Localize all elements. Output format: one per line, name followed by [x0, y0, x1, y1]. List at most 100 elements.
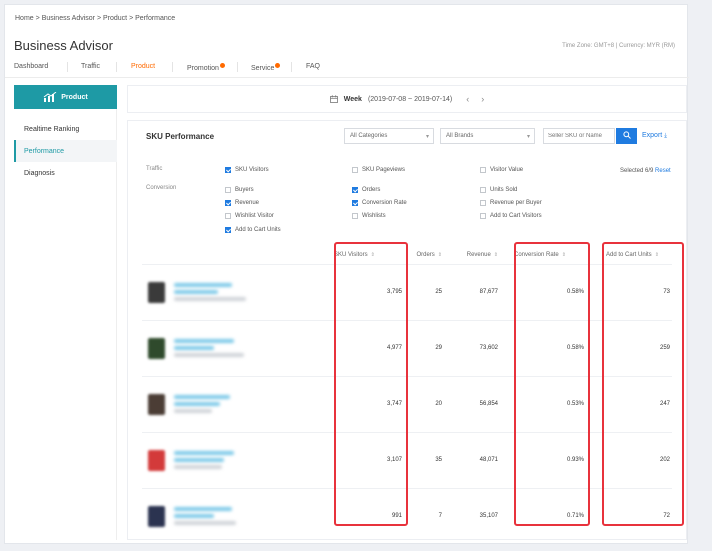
checkbox-icon: [352, 167, 358, 173]
period-range: (2019-07-08 ~ 2019-07-14): [367, 95, 453, 103]
checkbox-sku-visitors[interactable]: SKU Visitors: [225, 167, 269, 173]
cell-orders: 25: [435, 289, 442, 295]
traffic-label: Traffic: [146, 166, 163, 172]
prev-period-button[interactable]: ‹: [466, 94, 469, 104]
sku-performance-panel: SKU Performance All Categories ▾ All Bra…: [127, 120, 687, 540]
tab-service[interactable]: Service: [251, 63, 281, 72]
breadcrumb-home[interactable]: Home: [15, 15, 34, 22]
search-button[interactable]: [616, 128, 637, 144]
notification-dot-icon: [219, 63, 225, 68]
breadcrumb-product[interactable]: Product: [103, 15, 127, 22]
highlight-box-add-to-cart-units: [602, 242, 684, 526]
brand-select[interactable]: All Brands ▾: [440, 128, 535, 144]
breadcrumb: Home > Business Advisor > Product > Perf…: [15, 15, 175, 22]
checked-checkbox-icon: [352, 200, 358, 206]
timezone-currency-info: Time Zone: GMT+8 | Currency: MYR (RM): [562, 43, 675, 49]
column-header-orders[interactable]: Orders ⇕: [408, 247, 442, 263]
period-selector: Week (2019-07-08 ~ 2019-07-14) ‹ ›: [127, 85, 687, 113]
checkbox-revenue-per-buyer[interactable]: Revenue per Buyer: [480, 200, 542, 206]
sidebar-item-realtime-ranking[interactable]: Realtime Ranking: [14, 118, 117, 140]
checkbox-icon: [480, 167, 486, 173]
checkbox-add-to-cart-units[interactable]: Add to Cart Units: [225, 227, 281, 233]
product-name-link[interactable]: [174, 290, 218, 294]
checkbox-sku-pageviews[interactable]: SKU Pageviews: [352, 167, 405, 173]
checkbox-revenue[interactable]: Revenue: [225, 200, 259, 206]
sidebar: Product Realtime Ranking Performance Dia…: [14, 85, 117, 540]
product-name-link[interactable]: [174, 451, 234, 455]
chevron-down-icon: ▾: [425, 134, 429, 140]
product-name-link[interactable]: [174, 514, 214, 518]
sidebar-header-label: Product: [61, 93, 88, 101]
breadcrumb-business-advisor[interactable]: Business Advisor: [42, 15, 95, 22]
product-name-link[interactable]: [174, 339, 234, 343]
cell-revenue: 73,602: [479, 345, 498, 351]
checkbox-buyers[interactable]: Buyers: [225, 187, 254, 193]
checked-checkbox-icon: [352, 187, 358, 193]
product-name-link[interactable]: [174, 395, 230, 399]
product-name-link[interactable]: [174, 402, 220, 406]
product-thumbnail[interactable]: [148, 450, 165, 471]
page-frame: Home > Business Advisor > Product > Perf…: [4, 4, 689, 544]
product-meta: [174, 409, 212, 413]
panel-title: SKU Performance: [146, 132, 215, 141]
product-name-link[interactable]: [174, 283, 232, 287]
cell-orders: 29: [435, 345, 442, 351]
tab-faq[interactable]: FAQ: [306, 63, 320, 70]
next-period-button[interactable]: ›: [481, 94, 484, 104]
nav-divider: [237, 62, 238, 72]
tab-product[interactable]: Product: [131, 63, 155, 70]
product-thumbnail[interactable]: [148, 506, 165, 527]
product-thumbnail[interactable]: [148, 282, 165, 303]
breadcrumb-separator: >: [35, 15, 40, 22]
sidebar-item-diagnosis[interactable]: Diagnosis: [14, 162, 117, 184]
product-meta: [174, 297, 246, 301]
product-thumbnail[interactable]: [148, 394, 165, 415]
nav-divider: [67, 62, 68, 72]
reset-link[interactable]: Reset: [655, 168, 671, 174]
breadcrumb-performance: Performance: [135, 15, 176, 22]
checkbox-visitor-value[interactable]: Visitor Value: [480, 167, 523, 173]
checkbox-add-to-cart-visitors[interactable]: Add to Cart Visitors: [480, 213, 542, 219]
cell-revenue: 48,071: [479, 457, 498, 463]
sort-icon: ⇕: [437, 252, 442, 258]
product-thumbnail[interactable]: [148, 338, 165, 359]
tab-traffic[interactable]: Traffic: [81, 63, 100, 70]
search-icon: [622, 131, 631, 139]
chevron-down-icon: ▾: [526, 134, 530, 140]
sidebar-item-performance[interactable]: Performance: [14, 140, 117, 162]
checkbox-wishlist-visitor[interactable]: Wishlist Visitor: [225, 213, 274, 219]
conversion-label: Conversion: [146, 185, 177, 191]
cell-revenue: 35,107: [479, 513, 498, 519]
checkbox-conversion-rate[interactable]: Conversion Rate: [352, 200, 407, 206]
top-nav: Dashboard Traffic Product Promotion Serv…: [5, 60, 689, 78]
checked-checkbox-icon: [225, 167, 231, 173]
nav-divider: [116, 62, 117, 72]
tab-promotion[interactable]: Promotion: [187, 63, 225, 72]
cell-orders: 35: [435, 457, 442, 463]
product-name-link[interactable]: [174, 507, 232, 511]
sku-search-input[interactable]: [543, 128, 615, 144]
cell-orders: 7: [438, 513, 442, 519]
tab-dashboard[interactable]: Dashboard: [14, 63, 48, 70]
product-meta: [174, 465, 222, 469]
period-label[interactable]: Week: [344, 96, 362, 103]
nav-underline: [5, 77, 689, 78]
product-name-link[interactable]: [174, 458, 224, 462]
export-button[interactable]: Export ⤓: [642, 132, 667, 140]
checkbox-units-sold[interactable]: Units Sold: [480, 187, 517, 193]
cell-revenue: 56,854: [479, 401, 498, 407]
checkbox-icon: [480, 200, 486, 206]
sort-icon: ⇕: [493, 252, 498, 258]
product-meta: [174, 353, 244, 357]
sidebar-header-product[interactable]: Product: [14, 85, 117, 109]
category-select[interactable]: All Categories ▾: [344, 128, 434, 144]
checkbox-icon: [225, 213, 231, 219]
checkbox-icon: [480, 187, 486, 193]
checkbox-wishlists[interactable]: Wishlists: [352, 213, 386, 219]
calendar-icon[interactable]: [329, 95, 338, 103]
checked-checkbox-icon: [225, 227, 231, 233]
checkbox-orders[interactable]: Orders: [352, 187, 380, 193]
product-name-link[interactable]: [174, 346, 214, 350]
highlight-box-sku-visitors: [334, 242, 408, 526]
column-header-revenue[interactable]: Revenue ⇕: [450, 247, 498, 263]
